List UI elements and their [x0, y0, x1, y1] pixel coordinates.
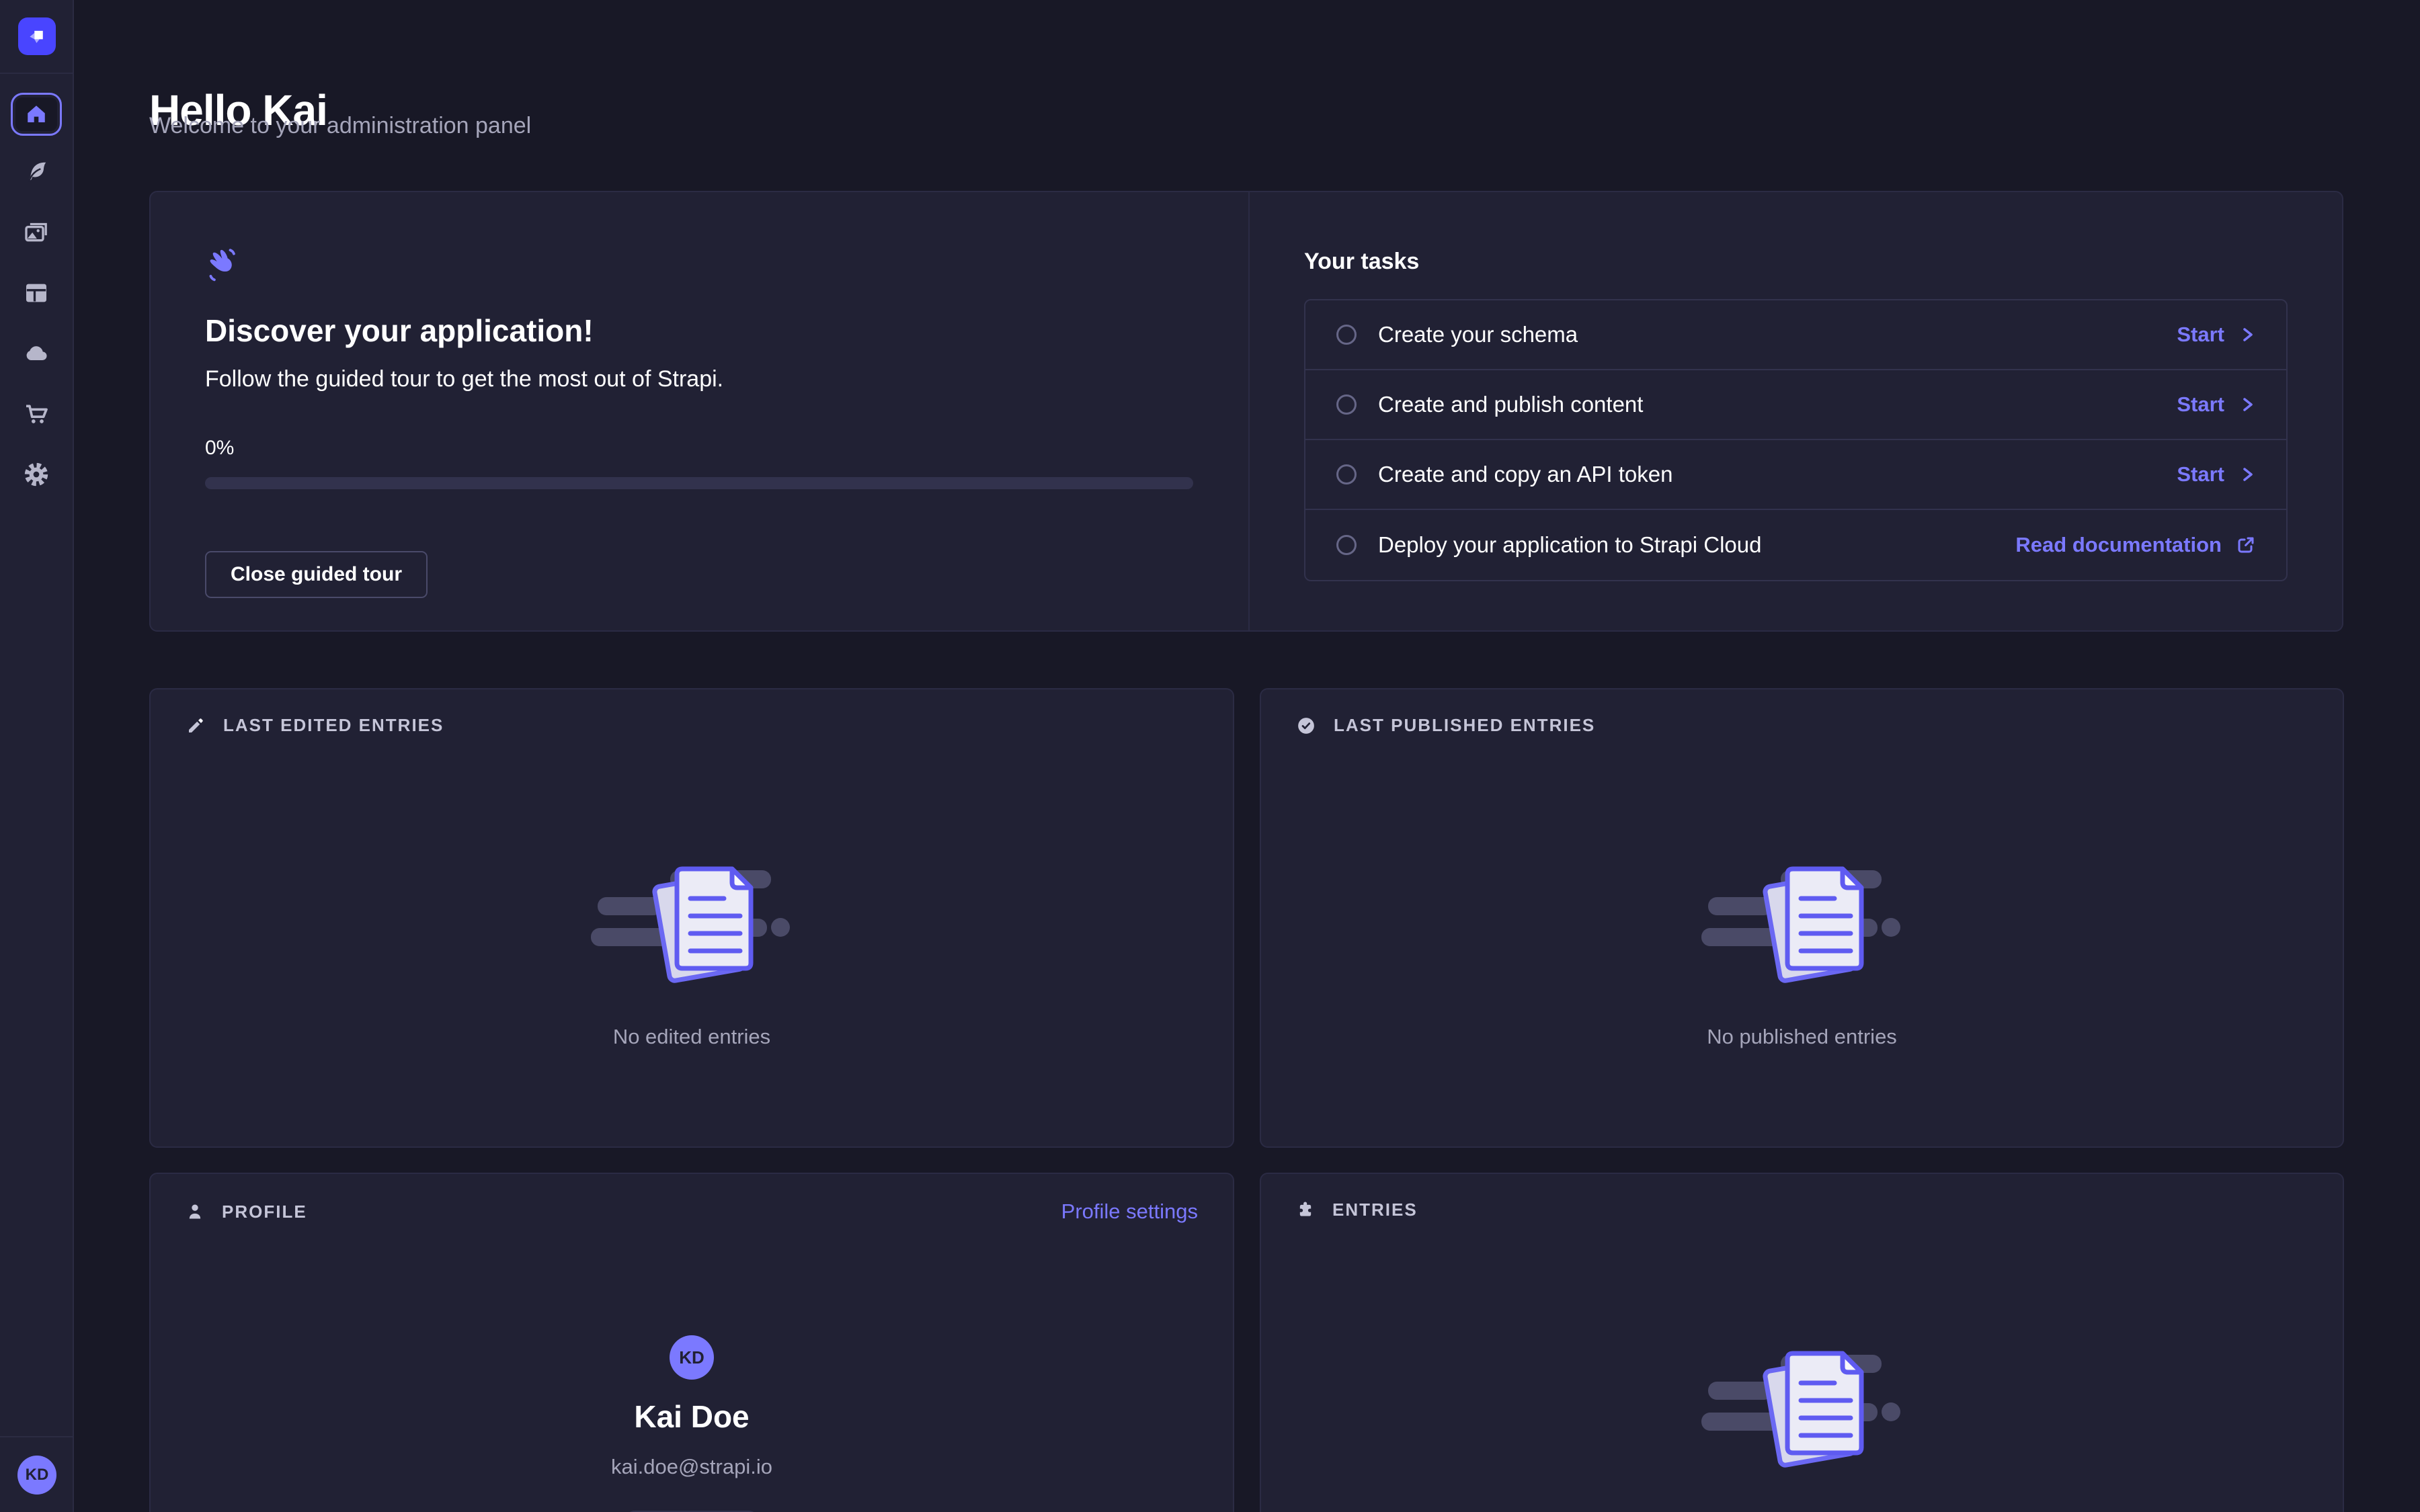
images-icon: [23, 219, 50, 246]
card-title: LAST PUBLISHED ENTRIES: [1334, 715, 1595, 736]
sidebar-user[interactable]: KD: [0, 1436, 74, 1512]
sidebar-item-content-manager[interactable]: [23, 159, 50, 185]
last-published-entries-card: LAST PUBLISHED ENTRIES No published entr…: [1260, 688, 2344, 1148]
task-row[interactable]: Deploy your application to Strapi Cloud …: [1305, 510, 2286, 580]
illustration-slot: [1701, 857, 1903, 995]
progress-bar: [205, 477, 1193, 489]
chevron-right-icon: [2239, 466, 2255, 482]
guided-tour-subtitle: Follow the guided tour to get the most o…: [205, 366, 1194, 392]
task-action-label: Start: [2177, 323, 2224, 347]
empty-state-text: No published entries: [1707, 1025, 1897, 1049]
page-subtitle: Welcome to your administration panel: [149, 113, 531, 139]
empty-state-text: No published entries: [1707, 1509, 1897, 1512]
feather-icon: [24, 159, 49, 185]
gear-icon: [23, 460, 50, 489]
task-read-documentation-link[interactable]: Read documentation: [2015, 533, 2255, 557]
sidebar-item-marketplace[interactable]: [23, 401, 50, 427]
waving-hand-icon: [205, 246, 239, 282]
guided-tour-title: Discover your application!: [205, 312, 1194, 349]
strapi-logo-button[interactable]: [0, 0, 74, 74]
illustration-slot: [591, 857, 793, 995]
task-row[interactable]: Create your schema Start: [1305, 300, 2286, 370]
task-label: Deploy your application to Strapi Cloud: [1378, 532, 2015, 558]
chevron-right-icon: [2239, 327, 2255, 343]
profile-settings-link[interactable]: Profile settings: [1061, 1200, 1198, 1224]
task-status-circle-icon: [1336, 394, 1357, 415]
strapi-admin-homepage: KD Hello Kai Welcome to your administrat…: [0, 0, 2420, 1512]
person-icon: [186, 1202, 204, 1221]
card-title: LAST EDITED ENTRIES: [223, 715, 444, 736]
task-action-label: Start: [2177, 462, 2224, 487]
guided-tour-card: Discover your application! Follow the gu…: [149, 191, 2343, 632]
sidebar-item-content-type-builder[interactable]: [23, 280, 50, 306]
home-icon: [24, 102, 48, 126]
chevron-right-icon: [2239, 396, 2255, 413]
task-row[interactable]: Create and copy an API token Start: [1305, 440, 2286, 510]
sidebar-nav: [0, 74, 73, 488]
task-status-circle-icon: [1336, 464, 1357, 485]
progress-label: 0%: [205, 437, 1194, 460]
documents-illustration: [1701, 857, 1903, 991]
pencil-icon: [186, 716, 206, 736]
external-link-icon: [2236, 536, 2255, 554]
task-status-circle-icon: [1336, 535, 1357, 555]
tasks-title: Your tasks: [1304, 249, 2288, 275]
task-label: Create and publish content: [1378, 392, 2177, 417]
task-start-link[interactable]: Start: [2177, 323, 2255, 347]
sidebar-item-settings[interactable]: [23, 461, 50, 488]
sidebar-item-home[interactable]: [11, 93, 62, 136]
entries-card: ENTRIES No published entries: [1260, 1173, 2344, 1512]
illustration-slot: [1701, 1341, 1903, 1479]
task-row[interactable]: Create and publish content Start: [1305, 370, 2286, 440]
cart-icon: [23, 401, 50, 427]
sidebar: KD: [0, 0, 74, 1512]
tasks-list: Create your schema Start Create and publ…: [1304, 299, 2288, 581]
strapi-logo-icon: [18, 17, 56, 55]
profile-name: Kai Doe: [634, 1398, 749, 1435]
close-guided-tour-button[interactable]: Close guided tour: [205, 551, 428, 598]
task-action-label: Read documentation: [2015, 533, 2222, 557]
profile-email: kai.doe@strapi.io: [611, 1455, 772, 1479]
tasks-panel: Your tasks Create your schema Start Crea…: [1250, 192, 2342, 630]
task-start-link[interactable]: Start: [2177, 392, 2255, 417]
user-avatar[interactable]: KD: [17, 1456, 56, 1495]
task-action-label: Start: [2177, 392, 2224, 417]
task-label: Create your schema: [1378, 322, 2177, 347]
documents-illustration: [591, 857, 793, 991]
check-circle-icon: [1296, 716, 1316, 736]
profile-avatar: KD: [670, 1335, 714, 1380]
sidebar-item-deploy[interactable]: [23, 340, 50, 367]
guided-tour-panel: Discover your application! Follow the gu…: [151, 192, 1250, 630]
task-label: Create and copy an API token: [1378, 462, 2177, 487]
card-title: PROFILE: [222, 1202, 307, 1222]
card-title: ENTRIES: [1332, 1200, 1418, 1220]
task-start-link[interactable]: Start: [2177, 462, 2255, 487]
task-status-circle-icon: [1336, 325, 1357, 345]
layout-icon: [23, 280, 50, 306]
sidebar-item-media-library[interactable]: [23, 219, 50, 246]
cloud-icon: [23, 339, 50, 368]
empty-state-text: No edited entries: [613, 1025, 770, 1049]
puzzle-icon: [1296, 1201, 1315, 1220]
profile-card: PROFILE Profile settings KD Kai Doe kai.…: [149, 1173, 1234, 1512]
documents-illustration: [1701, 1341, 1903, 1476]
last-edited-entries-card: LAST EDITED ENTRIES No edited entries: [149, 688, 1234, 1148]
